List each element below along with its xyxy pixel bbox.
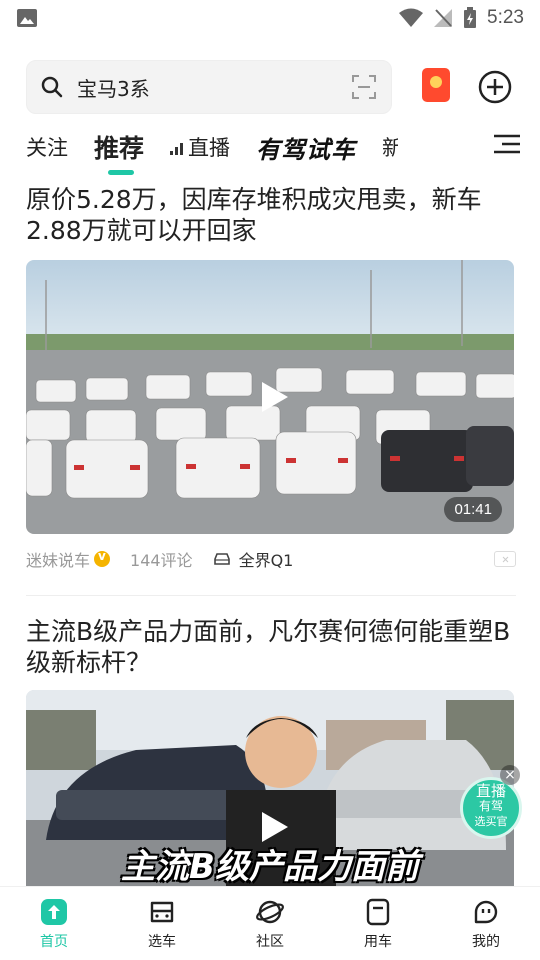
- car-select-icon: [150, 901, 174, 922]
- nav-profile-label: 我的: [472, 933, 500, 950]
- search-input[interactable]: 宝马3系: [26, 60, 392, 114]
- video-caption: 主流B级产品力面前: [121, 847, 419, 887]
- no-signal-icon: [434, 9, 453, 27]
- status-bar: 5:23: [0, 0, 540, 36]
- search-row: 宝马3系: [26, 60, 520, 114]
- tab-live[interactable]: 直播: [170, 132, 230, 162]
- red-packet-icon[interactable]: [422, 68, 450, 102]
- home-icon: [41, 898, 67, 925]
- category-tabs: 关注 推荐 直播 有驾试车 新: [26, 124, 520, 175]
- nav-community[interactable]: 社区: [216, 887, 324, 960]
- tab-test-drive[interactable]: 有驾试车: [256, 130, 356, 165]
- tab-new[interactable]: 新: [382, 132, 398, 162]
- live-bars-icon: [170, 143, 184, 155]
- tab-recommend[interactable]: 推荐: [94, 129, 144, 175]
- menu-icon[interactable]: [494, 134, 520, 154]
- article-title[interactable]: 主流B级产品力面前，凡尔赛何德何能重塑B级新标杆？: [26, 616, 516, 678]
- tab-follow[interactable]: 关注: [26, 132, 68, 162]
- status-time: 5:23: [487, 7, 524, 28]
- video-duration: 01:41: [444, 497, 502, 522]
- play-icon[interactable]: [256, 380, 290, 414]
- nav-select-car[interactable]: 选车: [108, 887, 216, 960]
- live-badge-line3: 选买官: [474, 815, 508, 828]
- bottom-nav: 首页 选车 社区 用车 我的: [0, 886, 540, 960]
- scan-icon[interactable]: [351, 74, 377, 100]
- live-badge-line2: 有驾: [478, 799, 503, 813]
- car-tag-label: 全界Q1: [238, 551, 294, 570]
- video-thumbnail[interactable]: 01:41: [26, 260, 514, 534]
- verified-badge-icon: [94, 549, 111, 567]
- article-meta: 迷妹说车 144评论 全界Q1: [26, 545, 516, 573]
- car-use-icon: [366, 898, 390, 925]
- battery-charging-icon: [464, 7, 477, 28]
- add-button[interactable]: [478, 70, 512, 104]
- nav-community-label: 社区: [256, 933, 284, 950]
- nav-profile[interactable]: 我的: [432, 887, 540, 960]
- live-badge[interactable]: 直播 有驾 选买官: [460, 777, 522, 839]
- close-live-badge-icon[interactable]: ×: [500, 765, 520, 785]
- live-badge-line1: 直播: [475, 782, 506, 800]
- image-notification-icon: [17, 9, 37, 27]
- nav-select-car-label: 选车: [148, 933, 176, 950]
- divider: [26, 595, 516, 596]
- tab-live-label: 直播: [188, 136, 231, 160]
- comment-count: 144评论: [130, 551, 193, 570]
- dismiss-button[interactable]: [494, 551, 516, 567]
- profile-icon: [474, 900, 498, 923]
- search-query: 宝马3系: [77, 76, 150, 101]
- nav-home-label: 首页: [40, 933, 68, 950]
- planet-icon: [256, 900, 284, 923]
- search-icon: [41, 76, 63, 98]
- video-thumbnail[interactable]: 主流B级产品力面前: [26, 690, 514, 890]
- author-name[interactable]: 迷妹说车: [26, 547, 90, 571]
- article-title[interactable]: 原价5.28万，因库存堆积成灾甩卖，新车2.88万就可以开回家: [26, 184, 516, 246]
- nav-car-use-label: 用车: [364, 933, 392, 950]
- car-tag[interactable]: 全界Q1: [213, 547, 294, 571]
- nav-car-use[interactable]: 用车: [324, 887, 432, 960]
- wifi-icon: [399, 8, 424, 27]
- nav-home[interactable]: 首页: [0, 887, 108, 960]
- car-icon: [213, 553, 230, 565]
